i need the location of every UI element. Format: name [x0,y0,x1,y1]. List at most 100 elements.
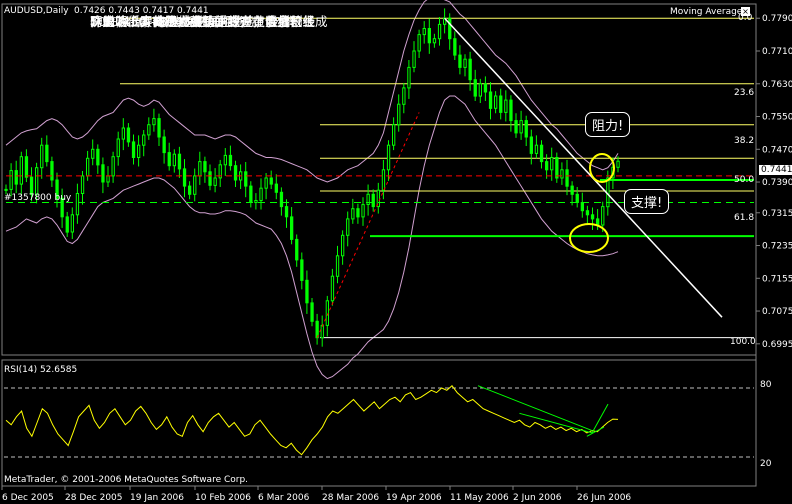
candle-body [177,153,182,170]
candle-body [279,191,284,208]
support-callout: 支撑! [624,189,670,214]
candle-body [157,118,161,138]
candle-body [519,120,523,134]
candle-body [417,34,421,52]
analysis-line: ：0.7450--0.7480左右 [90,14,224,29]
y-tick-label: 0.7075 [762,307,792,317]
candle-body [356,208,360,218]
candle-body [193,175,197,195]
candle-body [19,156,24,185]
candle-body [75,193,80,216]
candle-body [45,144,49,163]
candle-body [101,164,105,183]
candle-body [137,144,141,158]
fib-label-100: 100.0 [730,337,756,347]
fib-label-50: 50.0 [734,175,755,185]
candle-body [361,204,365,218]
candle-body [341,234,345,257]
candle-body [545,161,549,171]
x-tick-label: 6 Dec 2005 [2,493,54,503]
candle-body [596,218,600,226]
candle-body [167,152,171,167]
rsi-level-20: 20 [760,459,772,469]
candle-body [463,58,467,68]
candle-body [468,58,472,81]
candle-body [585,210,590,216]
candle-body [534,144,539,154]
candle-body [494,95,498,109]
candle-body [448,17,452,40]
current-price-box: 0.7441 [759,165,792,175]
fib-label-61-8: 61.8 [734,213,755,223]
candle-body [162,136,166,154]
rsi-trend-upper [477,385,593,432]
x-tick-label: 19 Jan 2006 [130,493,184,503]
order-label: #1357800 buy [4,193,72,203]
candle-body [580,202,585,212]
candle-body [208,171,212,186]
candles [4,8,620,347]
candle-body [70,214,74,233]
y-tick-label: 0.7155 [762,274,792,284]
candle-body [346,218,350,236]
candle-body [453,38,457,56]
candle-body [4,188,8,191]
candle-body [539,144,544,163]
candle-body [35,167,39,195]
chart-symbol: AUDUSD,Daily [4,6,69,16]
candle-body [330,275,335,302]
candle-body [504,99,508,113]
price-chart[interactable]: 0.7790 0.7710 0.7630 0.7550 0.7470 0.7390 0.73… [0,0,792,504]
footer-copyright: MetaTrader, © 2001-2006 MetaQuotes Softw… [4,475,249,485]
candle-body [274,183,279,193]
candle-body [121,127,125,140]
candle-body [432,38,437,44]
resistance-callout: 阻力! [585,112,631,137]
candle-body [478,83,483,97]
candle-body [147,124,151,136]
x-tick-label: 28 Dec 2005 [65,493,123,503]
candle-body [550,157,554,171]
candle-body [213,177,217,186]
downtrend-line [444,17,723,318]
candle-body [381,169,386,191]
chart-window: 0.7790 0.7710 0.7630 0.7550 0.7470 0.7390 0.73… [0,0,792,504]
rsi-line [5,384,619,456]
candle-body [152,118,156,126]
rsi-trend-up [591,403,609,434]
candle-body [509,99,513,122]
x-tick-label: 11 May 2006 [450,493,509,503]
indicator-label: Moving Average [670,7,743,17]
candle-body [203,161,207,173]
rsi-plot [4,384,754,458]
candle-body [126,127,131,143]
candle-body [371,193,375,208]
x-tick-label: 19 Apr 2006 [386,493,442,503]
y-tick-label: 0.7710 [762,47,792,57]
x-tick-label: 26 Jun 2006 [577,493,631,503]
rsi-panel-border [1,359,757,487]
candle-body [284,206,289,218]
candle-body [111,156,115,177]
candle-body [233,165,238,181]
y-tick-label: 0.7630 [762,80,792,90]
candle-body [142,134,146,146]
y-tick-label: 0.7550 [762,113,792,123]
candle-body [570,185,574,195]
rsi-level-80: 80 [760,380,772,390]
candle-body [488,91,493,109]
candle-body [422,28,426,36]
candle-body [407,66,411,89]
y-tick-label: 0.7790 [762,14,792,24]
candle-body [198,161,202,177]
candle-body [601,206,605,226]
fib-label-38-2: 38.2 [734,136,755,146]
candle-body [131,141,136,158]
axes: 0.7790 0.7710 0.7630 0.7550 0.7470 0.7390 0.73… [1,14,792,503]
y-tick-label: 0.7470 [762,145,792,155]
candle-body [106,175,110,183]
candle-body [529,136,534,154]
candle-body [402,87,406,105]
candle-body [65,216,69,233]
candle-body [228,154,233,167]
